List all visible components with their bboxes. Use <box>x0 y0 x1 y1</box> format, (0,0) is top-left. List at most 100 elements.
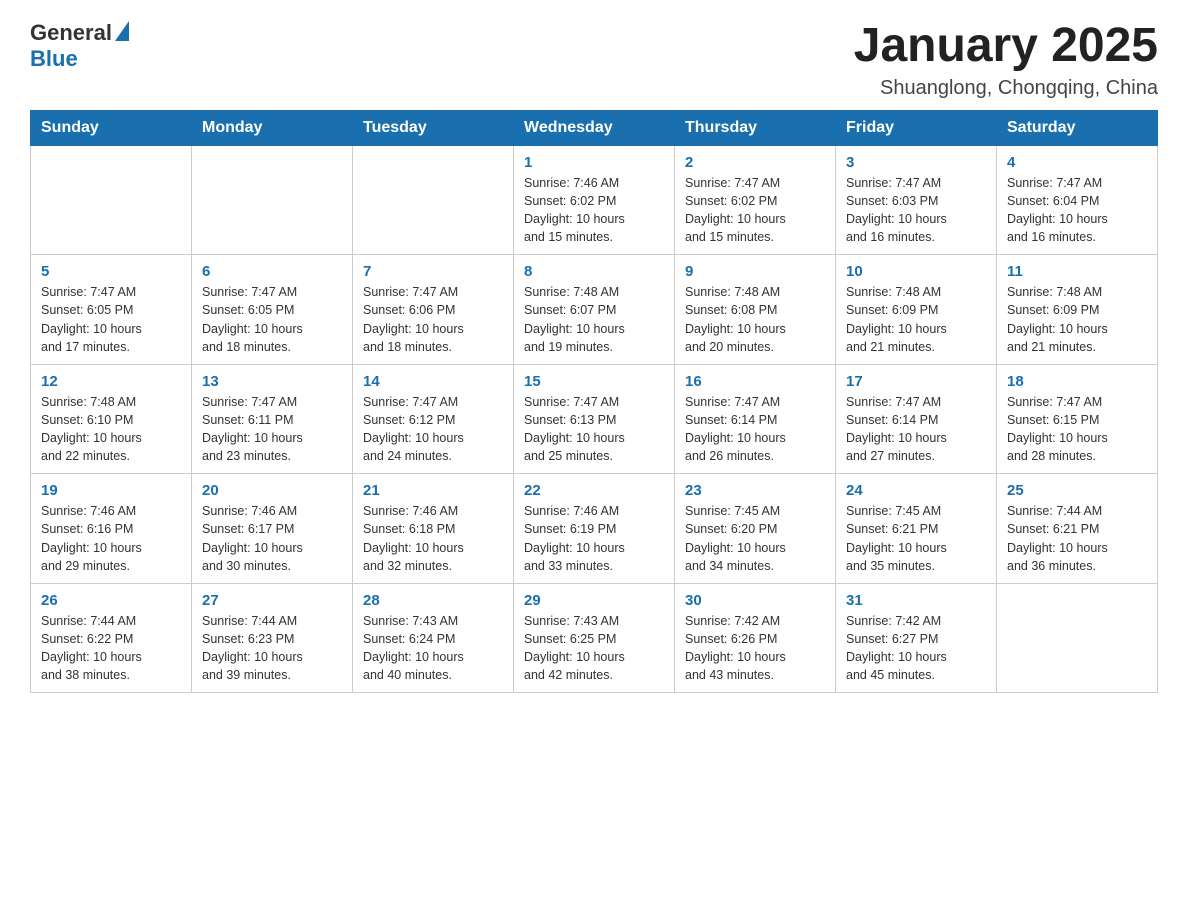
calendar-cell: 4 Sunrise: 7:47 AM Sunset: 6:04 PM Daylig… <box>997 145 1158 255</box>
calendar-cell: 21 Sunrise: 7:46 AM Sunset: 6:18 PM Dayli… <box>353 474 514 584</box>
day-number: 2 <box>685 154 825 171</box>
calendar-cell <box>353 145 514 255</box>
calendar-cell: 3 Sunrise: 7:47 AM Sunset: 6:03 PM Daylig… <box>836 145 997 255</box>
day-info: Sunrise: 7:47 AM Sunset: 6:13 PM Dayligh… <box>524 393 664 466</box>
calendar-cell: 1Sunrise: 7:46 AM Sunset: 6:02 PM Daylig… <box>514 145 675 255</box>
day-number: 13 <box>202 373 342 390</box>
calendar-cell: 12Sunrise: 7:48 AM Sunset: 6:10 PM Dayli… <box>31 364 192 474</box>
calendar-week-1: 1Sunrise: 7:46 AM Sunset: 6:02 PM Daylig… <box>31 145 1158 255</box>
calendar-cell: 15 Sunrise: 7:47 AM Sunset: 6:13 PM Dayli… <box>514 364 675 474</box>
day-number: 28 <box>363 592 503 609</box>
day-number: 17 <box>846 373 986 390</box>
weekday-header-monday: Monday <box>192 110 353 145</box>
day-info: Sunrise: 7:47 AM Sunset: 6:05 PM Dayligh… <box>202 283 342 356</box>
day-number: 27 <box>202 592 342 609</box>
calendar-cell <box>192 145 353 255</box>
calendar-cell: 30Sunrise: 7:42 AM Sunset: 6:26 PM Dayli… <box>675 583 836 693</box>
calendar-cell: 20Sunrise: 7:46 AM Sunset: 6:17 PM Dayli… <box>192 474 353 584</box>
day-info: Sunrise: 7:48 AM Sunset: 6:10 PM Dayligh… <box>41 393 181 466</box>
calendar-cell: 7 Sunrise: 7:47 AM Sunset: 6:06 PM Daylig… <box>353 255 514 365</box>
calendar-cell <box>997 583 1158 693</box>
day-number: 15 <box>524 373 664 390</box>
calendar-cell: 9Sunrise: 7:48 AM Sunset: 6:08 PM Daylig… <box>675 255 836 365</box>
calendar-cell: 16Sunrise: 7:47 AM Sunset: 6:14 PM Dayli… <box>675 364 836 474</box>
day-info: Sunrise: 7:47 AM Sunset: 6:12 PM Dayligh… <box>363 393 503 466</box>
day-info: Sunrise: 7:47 AM Sunset: 6:02 PM Dayligh… <box>685 174 825 247</box>
day-info: Sunrise: 7:47 AM Sunset: 6:05 PM Dayligh… <box>41 283 181 356</box>
logo: General Blue <box>30 20 129 72</box>
day-number: 16 <box>685 373 825 390</box>
calendar-body: 1Sunrise: 7:46 AM Sunset: 6:02 PM Daylig… <box>31 145 1158 693</box>
day-info: Sunrise: 7:44 AM Sunset: 6:21 PM Dayligh… <box>1007 502 1147 575</box>
logo-blue-text: Blue <box>30 46 78 71</box>
logo-general-text: General <box>30 20 112 46</box>
day-number: 14 <box>363 373 503 390</box>
calendar-cell: 8Sunrise: 7:48 AM Sunset: 6:07 PM Daylig… <box>514 255 675 365</box>
calendar-cell: 6 Sunrise: 7:47 AM Sunset: 6:05 PM Daylig… <box>192 255 353 365</box>
calendar-cell: 10 Sunrise: 7:48 AM Sunset: 6:09 PM Dayli… <box>836 255 997 365</box>
day-info: Sunrise: 7:48 AM Sunset: 6:07 PM Dayligh… <box>524 283 664 356</box>
day-number: 21 <box>363 482 503 499</box>
day-info: Sunrise: 7:47 AM Sunset: 6:06 PM Dayligh… <box>363 283 503 356</box>
day-info: Sunrise: 7:43 AM Sunset: 6:25 PM Dayligh… <box>524 612 664 685</box>
day-info: Sunrise: 7:47 AM Sunset: 6:11 PM Dayligh… <box>202 393 342 466</box>
calendar-cell: 2 Sunrise: 7:47 AM Sunset: 6:02 PM Daylig… <box>675 145 836 255</box>
calendar-title: January 2025 <box>854 20 1158 73</box>
weekday-header-tuesday: Tuesday <box>353 110 514 145</box>
day-number: 29 <box>524 592 664 609</box>
title-block: January 2025 Shuanglong, Chongqing, Chin… <box>854 20 1158 100</box>
calendar-cell: 22Sunrise: 7:46 AM Sunset: 6:19 PM Dayli… <box>514 474 675 584</box>
day-info: Sunrise: 7:47 AM Sunset: 6:14 PM Dayligh… <box>846 393 986 466</box>
day-info: Sunrise: 7:47 AM Sunset: 6:15 PM Dayligh… <box>1007 393 1147 466</box>
day-info: Sunrise: 7:48 AM Sunset: 6:09 PM Dayligh… <box>846 283 986 356</box>
day-number: 6 <box>202 263 342 280</box>
day-info: Sunrise: 7:46 AM Sunset: 6:18 PM Dayligh… <box>363 502 503 575</box>
day-number: 9 <box>685 263 825 280</box>
day-info: Sunrise: 7:44 AM Sunset: 6:23 PM Dayligh… <box>202 612 342 685</box>
day-number: 22 <box>524 482 664 499</box>
day-info: Sunrise: 7:46 AM Sunset: 6:16 PM Dayligh… <box>41 502 181 575</box>
calendar-cell: 25 Sunrise: 7:44 AM Sunset: 6:21 PM Dayli… <box>997 474 1158 584</box>
calendar-cell: 24 Sunrise: 7:45 AM Sunset: 6:21 PM Dayli… <box>836 474 997 584</box>
calendar-subtitle: Shuanglong, Chongqing, China <box>854 77 1158 100</box>
day-number: 26 <box>41 592 181 609</box>
weekday-header-sunday: Sunday <box>31 110 192 145</box>
day-number: 24 <box>846 482 986 499</box>
day-number: 25 <box>1007 482 1147 499</box>
day-number: 31 <box>846 592 986 609</box>
calendar-cell: 5 Sunrise: 7:47 AM Sunset: 6:05 PM Daylig… <box>31 255 192 365</box>
calendar-cell: 11 Sunrise: 7:48 AM Sunset: 6:09 PM Dayli… <box>997 255 1158 365</box>
day-number: 7 <box>363 263 503 280</box>
day-info: Sunrise: 7:44 AM Sunset: 6:22 PM Dayligh… <box>41 612 181 685</box>
day-info: Sunrise: 7:48 AM Sunset: 6:09 PM Dayligh… <box>1007 283 1147 356</box>
calendar-cell: 18 Sunrise: 7:47 AM Sunset: 6:15 PM Dayli… <box>997 364 1158 474</box>
day-info: Sunrise: 7:47 AM Sunset: 6:03 PM Dayligh… <box>846 174 986 247</box>
day-number: 1 <box>524 154 664 171</box>
day-number: 10 <box>846 263 986 280</box>
day-number: 5 <box>41 263 181 280</box>
day-number: 11 <box>1007 263 1147 280</box>
day-number: 4 <box>1007 154 1147 171</box>
day-info: Sunrise: 7:47 AM Sunset: 6:04 PM Dayligh… <box>1007 174 1147 247</box>
day-info: Sunrise: 7:45 AM Sunset: 6:21 PM Dayligh… <box>846 502 986 575</box>
calendar-cell: 13 Sunrise: 7:47 AM Sunset: 6:11 PM Dayli… <box>192 364 353 474</box>
calendar-week-3: 12Sunrise: 7:48 AM Sunset: 6:10 PM Dayli… <box>31 364 1158 474</box>
calendar-cell: 14 Sunrise: 7:47 AM Sunset: 6:12 PM Dayli… <box>353 364 514 474</box>
weekday-header-saturday: Saturday <box>997 110 1158 145</box>
page-header: General Blue January 2025 Shuanglong, Ch… <box>30 20 1158 100</box>
weekday-header-friday: Friday <box>836 110 997 145</box>
calendar-table: SundayMondayTuesdayWednesdayThursdayFrid… <box>30 110 1158 694</box>
day-info: Sunrise: 7:42 AM Sunset: 6:27 PM Dayligh… <box>846 612 986 685</box>
calendar-cell: 28 Sunrise: 7:43 AM Sunset: 6:24 PM Dayli… <box>353 583 514 693</box>
calendar-cell: 29 Sunrise: 7:43 AM Sunset: 6:25 PM Dayli… <box>514 583 675 693</box>
calendar-cell: 17 Sunrise: 7:47 AM Sunset: 6:14 PM Dayli… <box>836 364 997 474</box>
day-number: 18 <box>1007 373 1147 390</box>
day-number: 23 <box>685 482 825 499</box>
day-number: 3 <box>846 154 986 171</box>
calendar-week-5: 26 Sunrise: 7:44 AM Sunset: 6:22 PM Dayli… <box>31 583 1158 693</box>
calendar-cell: 26 Sunrise: 7:44 AM Sunset: 6:22 PM Dayli… <box>31 583 192 693</box>
day-info: Sunrise: 7:43 AM Sunset: 6:24 PM Dayligh… <box>363 612 503 685</box>
day-number: 19 <box>41 482 181 499</box>
weekday-header-row: SundayMondayTuesdayWednesdayThursdayFrid… <box>31 110 1158 145</box>
day-info: Sunrise: 7:46 AM Sunset: 6:17 PM Dayligh… <box>202 502 342 575</box>
